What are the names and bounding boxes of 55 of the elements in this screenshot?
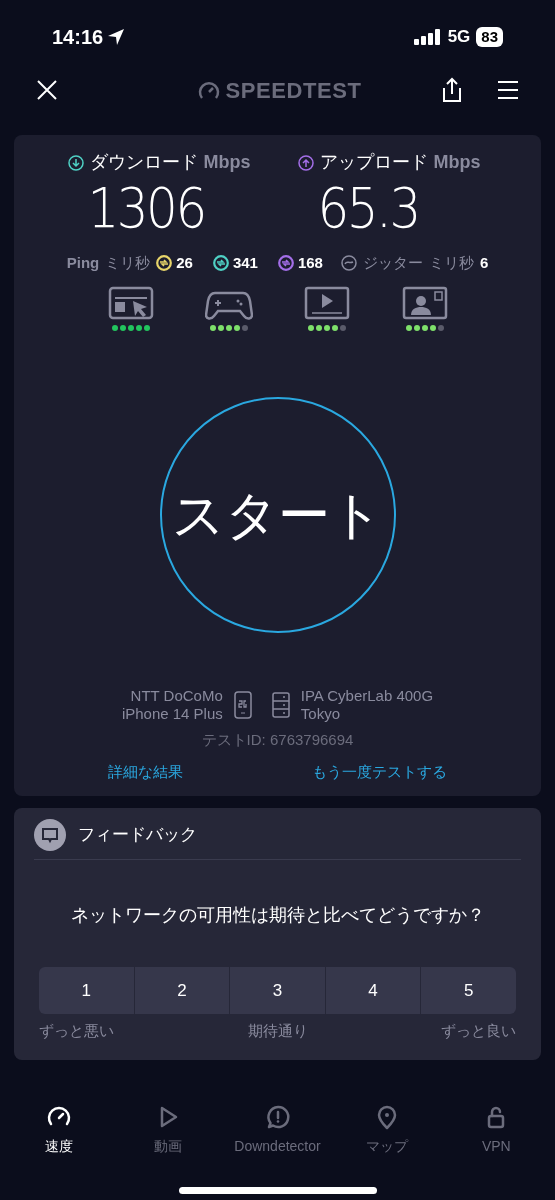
jitter-unit: ミリ秒 — [428, 253, 474, 273]
tab-bar-item[interactable]: 動画 — [113, 1104, 223, 1157]
app-logo-text: SPEEDTEST — [225, 76, 362, 105]
provider-name: NTT DoCoMo — [130, 686, 223, 705]
close-icon[interactable] — [36, 79, 58, 101]
browser-cursor-icon — [106, 284, 155, 321]
rating-option[interactable]: 1 — [39, 967, 134, 1014]
server-location: Tokyo — [300, 704, 341, 723]
status-time: 14:16 — [52, 24, 104, 50]
video-player-icon — [302, 284, 351, 321]
scale-label: ずっと良い — [441, 1021, 516, 1041]
rating-option[interactable]: 2 — [134, 967, 230, 1014]
rating-option[interactable]: 3 — [230, 967, 325, 1014]
device-name: iPhone 14 Plus — [121, 704, 223, 723]
tab-bar-item[interactable]: Downdetector — [222, 1104, 333, 1157]
rating-option[interactable]: 5 — [421, 967, 516, 1014]
jitter-value: 6 — [479, 253, 489, 273]
ping-value: 26 — [176, 253, 193, 273]
feedback-title: フィードバック — [78, 823, 197, 846]
result-link[interactable]: 詳細な結果 — [108, 761, 183, 784]
test-id: テストID: 6763796694 — [201, 729, 354, 750]
tab-bar-item[interactable]: VPN — [441, 1104, 552, 1157]
tab-bar-item[interactable]: マップ — [332, 1104, 442, 1157]
result-value: 1306 — [87, 175, 205, 241]
tab-bar-item[interactable]: 速度 — [4, 1104, 114, 1157]
server-icon — [270, 690, 291, 719]
result-value: 65.3 — [317, 175, 419, 241]
result-link[interactable]: もう一度テストする — [312, 761, 447, 784]
server-name: IPA CyberLab 400G — [300, 686, 434, 705]
feedback-question: ネットワークの可用性は期待と比べてどうですか？ — [69, 904, 486, 927]
battery-level: 83 — [476, 26, 503, 47]
result-unit: Mbps — [203, 151, 251, 174]
scale-label: ずっと悪い — [39, 1021, 114, 1041]
ping-unit: ミリ秒 — [105, 253, 151, 273]
location-arrow-icon — [107, 27, 126, 46]
jitter-label: ジッター — [362, 253, 423, 273]
feedback-bubble-icon — [34, 818, 66, 851]
alert-bubble-icon — [264, 1104, 291, 1130]
scale-label: 期待通り — [247, 1021, 308, 1041]
ping-value: 341 — [232, 253, 258, 273]
gauge-logo-icon — [197, 80, 220, 100]
network-type: 5G — [447, 25, 471, 48]
result-unit: Mbps — [433, 151, 481, 174]
jitter-icon — [340, 255, 357, 272]
menu-icon[interactable] — [497, 80, 519, 100]
share-icon[interactable] — [441, 77, 463, 103]
result-label: アップロード — [319, 151, 428, 174]
start-button[interactable]: スタート — [159, 396, 396, 633]
rating-option[interactable]: 4 — [325, 967, 421, 1014]
ping-label: Ping — [66, 253, 100, 273]
result-label: ダウンロード — [89, 151, 198, 174]
ping-value: 168 — [297, 253, 323, 273]
video-call-icon — [400, 284, 449, 321]
signal-icon — [413, 28, 442, 45]
phone-5g-icon — [232, 689, 253, 720]
